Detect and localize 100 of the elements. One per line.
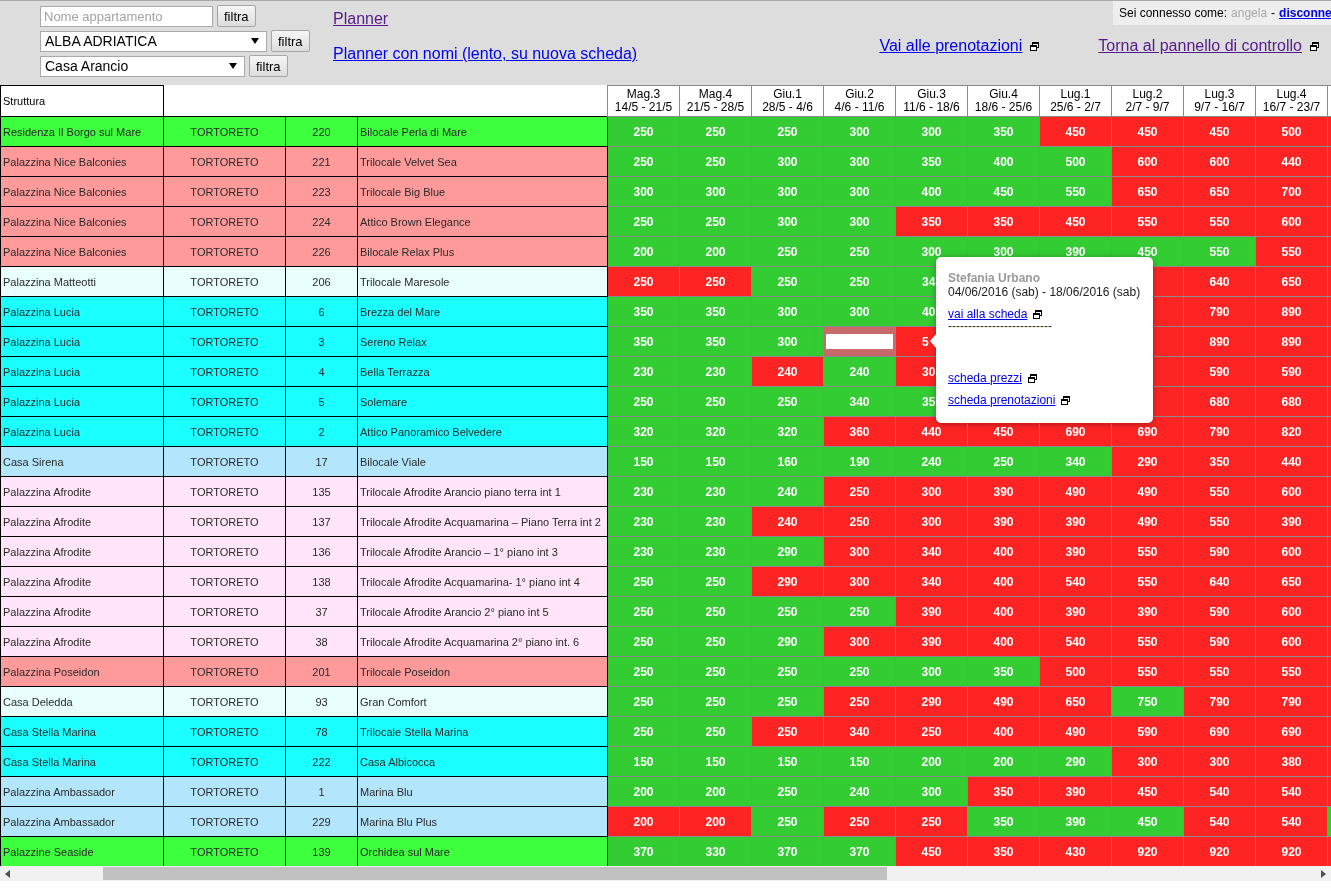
price-cell[interactable] [1327, 326, 1331, 357]
price-cell[interactable]: 350 [967, 116, 1040, 147]
price-cell[interactable]: 590 [1183, 536, 1256, 567]
price-cell[interactable]: 200 [895, 746, 968, 777]
price-cell[interactable]: 640 [1183, 566, 1256, 597]
price-cell[interactable]: 300 [751, 296, 824, 327]
price-cell[interactable]: 250 [823, 506, 896, 537]
price-cell[interactable]: 330 [679, 836, 752, 866]
price-cell[interactable]: 590 [1183, 626, 1256, 657]
price-cell[interactable]: 790 [1183, 686, 1256, 717]
price-cell[interactable]: 300 [823, 626, 896, 657]
price-cell[interactable]: 250 [751, 386, 824, 417]
price-cell[interactable]: 380 [1255, 746, 1328, 777]
price-cell[interactable]: 790 [1255, 686, 1328, 717]
price-cell[interactable]: 160 [751, 446, 824, 477]
price-cell[interactable]: 350 [967, 656, 1040, 687]
price-cell[interactable]: 690 [1183, 716, 1256, 747]
price-cell[interactable]: 540 [1183, 776, 1256, 807]
price-cell[interactable]: 440 [1255, 446, 1328, 477]
price-cell[interactable]: 200 [607, 776, 680, 807]
filter-button[interactable]: filtra [249, 55, 288, 77]
price-cell[interactable]: 320 [679, 416, 752, 447]
price-cell[interactable]: 450 [1111, 806, 1184, 837]
price-cell[interactable]: 400 [967, 566, 1040, 597]
scroll-right-icon[interactable] [1321, 869, 1326, 878]
price-cell[interactable] [1327, 116, 1331, 147]
price-cell[interactable]: 200 [607, 236, 680, 267]
price-cell[interactable]: 250 [679, 266, 752, 297]
price-cell[interactable]: 300 [823, 176, 896, 207]
price-cell[interactable]: 250 [679, 596, 752, 627]
price-cell[interactable]: 300 [751, 176, 824, 207]
price-cell[interactable]: 550 [1183, 206, 1256, 237]
price-cell[interactable]: 360 [823, 416, 896, 447]
price-cell[interactable] [1327, 566, 1331, 597]
price-cell[interactable]: 290 [1111, 446, 1184, 477]
price-cell[interactable]: 390 [1039, 806, 1112, 837]
price-cell[interactable]: 680 [1255, 386, 1328, 417]
price-cell[interactable]: 370 [607, 836, 680, 866]
scroll-left-icon[interactable] [5, 869, 10, 878]
price-cell[interactable]: 300 [823, 566, 896, 597]
price-cell[interactable]: 500 [1039, 146, 1112, 177]
price-cell[interactable]: 370 [823, 836, 896, 866]
price-cell[interactable]: 540 [1039, 626, 1112, 657]
price-cell[interactable]: 690 [1255, 716, 1328, 747]
filter-button[interactable]: filtra [217, 5, 256, 27]
price-cell[interactable] [1327, 596, 1331, 627]
price-cell[interactable]: 400 [967, 716, 1040, 747]
price-cell[interactable]: 390 [1255, 506, 1328, 537]
price-cell[interactable]: 450 [1111, 776, 1184, 807]
price-cell[interactable]: 600 [1255, 476, 1328, 507]
price-cell[interactable]: 250 [607, 596, 680, 627]
price-cell[interactable]: 350 [967, 776, 1040, 807]
price-cell[interactable]: 340 [895, 536, 968, 567]
price-cell[interactable] [1327, 356, 1331, 387]
price-cell[interactable] [1327, 206, 1331, 237]
price-cell[interactable]: 450 [1111, 116, 1184, 147]
logout-link[interactable]: disconne [1279, 6, 1331, 20]
price-cell[interactable]: 350 [967, 806, 1040, 837]
price-cell[interactable]: 350 [679, 296, 752, 327]
price-cell[interactable]: 390 [1039, 596, 1112, 627]
price-cell[interactable]: 600 [1255, 596, 1328, 627]
planner-link[interactable]: Planner [333, 10, 389, 28]
price-cell[interactable]: 250 [607, 266, 680, 297]
price-cell[interactable]: 250 [607, 146, 680, 177]
price-cell[interactable]: 640 [1183, 266, 1256, 297]
price-cell[interactable]: 250 [823, 656, 896, 687]
filter-dropdown[interactable]: Casa Arancio [40, 55, 245, 77]
price-cell[interactable]: 820 [1255, 416, 1328, 447]
price-cell[interactable] [1327, 476, 1331, 507]
price-cell[interactable] [1327, 536, 1331, 567]
price-cell[interactable]: 340 [823, 716, 896, 747]
planner-link[interactable]: Planner con nomi (lento, su nuova scheda) [333, 45, 638, 63]
price-cell[interactable]: 230 [679, 476, 752, 507]
filter-button[interactable]: filtra [271, 30, 310, 52]
price-cell[interactable]: 370 [751, 836, 824, 866]
price-cell[interactable]: 240 [751, 476, 824, 507]
price-cell[interactable]: 490 [1039, 476, 1112, 507]
price-cell[interactable]: 240 [823, 356, 896, 387]
nav-link[interactable]: Torna al pannello di controllo [1098, 37, 1302, 55]
price-cell[interactable]: 230 [607, 356, 680, 387]
price-cell[interactable]: 150 [607, 446, 680, 477]
price-cell[interactable]: 680 [1183, 386, 1256, 417]
price-cell[interactable]: 650 [1039, 686, 1112, 717]
price-cell[interactable]: 250 [895, 806, 968, 837]
price-cell[interactable]: 890 [1183, 326, 1256, 357]
price-cell[interactable]: 450 [967, 176, 1040, 207]
price-cell[interactable]: 230 [679, 356, 752, 387]
price-cell[interactable]: 250 [751, 596, 824, 627]
price-cell[interactable]: 540 [1183, 806, 1256, 837]
price-cell[interactable]: 590 [1183, 356, 1256, 387]
price-cell[interactable]: 350 [895, 206, 968, 237]
price-cell[interactable] [1327, 716, 1331, 747]
price-cell[interactable]: 750 [1111, 686, 1184, 717]
price-cell[interactable]: 790 [1183, 296, 1256, 327]
nav-link[interactable]: Vai alle prenotazioni [879, 37, 1023, 55]
price-cell[interactable]: 230 [679, 536, 752, 567]
price-cell[interactable]: 250 [607, 626, 680, 657]
price-cell[interactable]: 250 [751, 806, 824, 837]
price-cell[interactable]: 250 [751, 686, 824, 717]
price-cell[interactable]: 250 [679, 116, 752, 147]
